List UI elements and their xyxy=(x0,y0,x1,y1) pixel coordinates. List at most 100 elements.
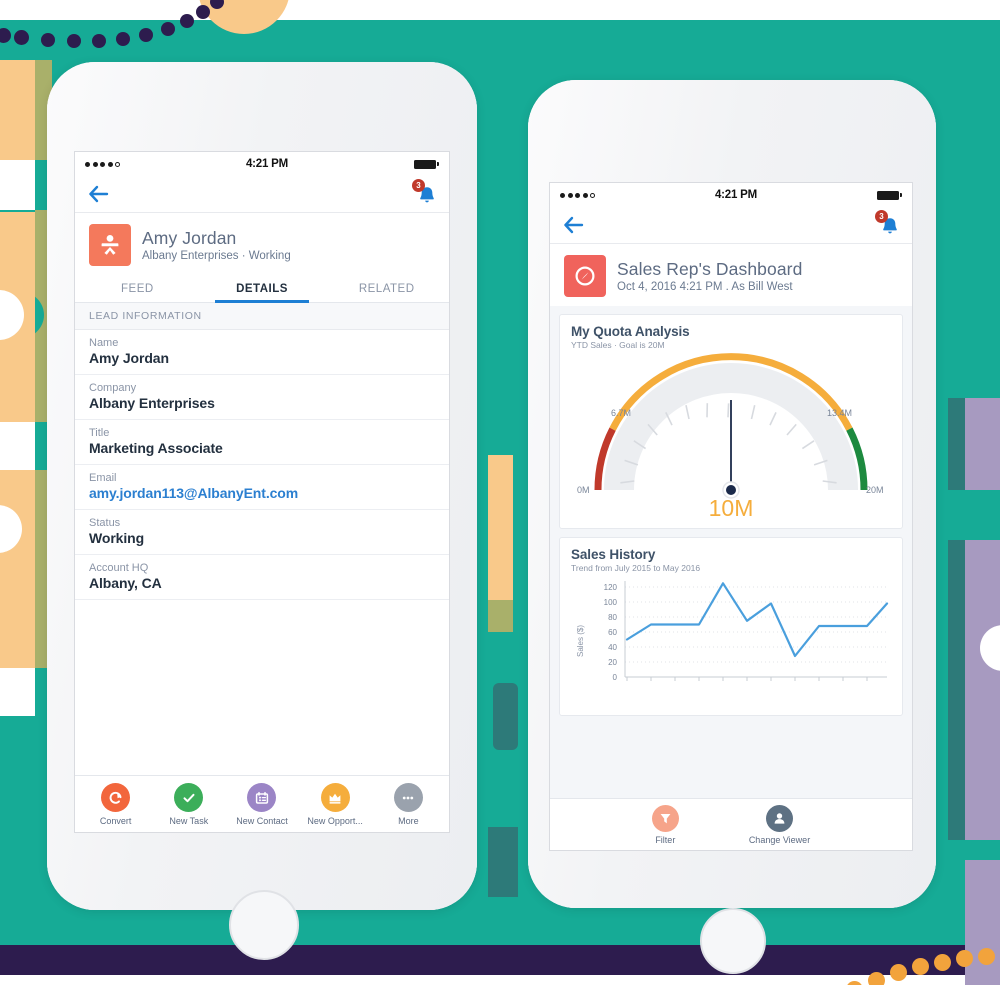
change-viewer-button[interactable]: Change Viewer xyxy=(749,805,810,845)
white-gap-left-1 xyxy=(0,160,35,210)
orange-block-left-4 xyxy=(0,470,35,670)
gauge-label-min: 0M xyxy=(577,485,590,495)
field-value: Working xyxy=(89,530,145,546)
tab-bar-left: FEED DETAILS RELATED xyxy=(75,275,449,303)
ytick: 120 xyxy=(604,583,618,592)
x-axis-ticks xyxy=(626,677,868,681)
record-subtitle-left: Albany Enterprises · Working xyxy=(142,250,291,263)
action-more[interactable]: More xyxy=(373,783,443,826)
center-dark-block-1 xyxy=(493,683,518,750)
phone-left: 4:21 PM 3 Amy Jordan Albany Enterprises … xyxy=(47,62,477,960)
status-time-right: 4:21 PM xyxy=(714,189,758,201)
white-gap-left-2 xyxy=(0,422,35,472)
section-header-lead-information: LEAD INFORMATION xyxy=(75,303,449,330)
record-header-right: Sales Rep's Dashboard Oct 4, 2016 4:21 P… xyxy=(550,244,912,306)
action-label: Convert xyxy=(99,816,132,826)
field-status[interactable]: Status Working xyxy=(75,510,449,555)
field-name[interactable]: Name Amy Jordan xyxy=(75,330,449,375)
center-olive-block-2 xyxy=(488,600,513,632)
field-label: Title xyxy=(89,427,110,439)
ellipsis-icon xyxy=(393,783,423,812)
field-label: Email xyxy=(89,472,117,484)
person-icon xyxy=(766,805,793,832)
action-bar-left: Convert New Task New Contact New Opport.… xyxy=(75,775,449,832)
y-axis-ticks: 120 100 80 60 40 20 0 xyxy=(604,583,618,682)
signal-dots-right xyxy=(560,192,595,198)
ytick: 20 xyxy=(608,658,617,667)
field-label: Company xyxy=(89,382,137,394)
status-bar-right: 4:21 PM xyxy=(550,183,912,207)
orange-block-left-1 xyxy=(0,60,35,160)
phone-left-screen: 4:21 PM 3 Amy Jordan Albany Enterprises … xyxy=(75,152,449,832)
crown-icon xyxy=(320,783,350,812)
action-new-opportunity[interactable]: New Opport... xyxy=(300,783,370,826)
bottom-purple-bar xyxy=(0,945,1000,975)
sales-history-chart: Sales ($) 120 100 80 60 40 20 0 xyxy=(576,581,889,682)
filter-label: Filter xyxy=(655,835,676,845)
field-title[interactable]: Title Marketing Associate xyxy=(75,420,449,465)
back-arrow-icon-left[interactable] xyxy=(87,184,111,204)
tab-details[interactable]: DETAILS xyxy=(200,275,325,303)
ytick: 100 xyxy=(604,598,618,607)
phone-right-screen: 4:21 PM 3 Sales Rep's Dashboard Oct 4, 2… xyxy=(550,183,912,850)
notification-bell-icon-left[interactable]: 3 xyxy=(412,179,437,206)
action-convert[interactable]: Convert xyxy=(81,783,151,826)
field-value: Amy Jordan xyxy=(89,350,169,366)
tab-related[interactable]: RELATED xyxy=(324,275,449,302)
gauge-value-label: 10M xyxy=(709,495,754,518)
card-quota-analysis[interactable]: My Quota Analysis YTD Sales · Goal is 20… xyxy=(559,314,903,529)
record-name-left: Amy Jordan xyxy=(142,227,237,248)
back-arrow-icon-right[interactable] xyxy=(562,215,586,235)
gauge-hub xyxy=(726,485,736,495)
tab-feed[interactable]: FEED xyxy=(75,275,200,302)
purple-block-right-3 xyxy=(965,860,1000,985)
action-label: New Task xyxy=(169,816,209,826)
darkteal-overlay-right-1 xyxy=(948,398,965,490)
action-label: More xyxy=(398,816,419,826)
dashboard-title: Sales Rep's Dashboard xyxy=(617,258,803,279)
battery-icon-right xyxy=(877,190,902,200)
chart-subtitle-line: Trend from July 2015 to May 2016 xyxy=(571,563,701,573)
action-new-contact[interactable]: New Contact xyxy=(227,783,297,826)
action-label: New Contact xyxy=(236,816,288,826)
convert-arrow-icon xyxy=(101,783,131,812)
nav-bar-left: 3 xyxy=(75,176,449,213)
field-value: Albany, CA xyxy=(89,575,162,591)
filter-button[interactable]: Filter xyxy=(651,805,679,845)
sales-line-series xyxy=(625,582,889,658)
ytick: 60 xyxy=(608,628,617,637)
ytick: 80 xyxy=(608,613,617,622)
gauge-chart: 0M 6.7M 13.4M 20M 10M xyxy=(577,353,884,518)
dashboard-bottom-bar: Filter Change Viewer xyxy=(550,798,912,850)
field-email[interactable]: Email amy.jordan113@AlbanyEnt.com xyxy=(75,465,449,510)
purple-block-right-1 xyxy=(965,398,1000,490)
dashboard-body: My Quota Analysis YTD Sales · Goal is 20… xyxy=(550,306,912,841)
notification-badge-left: 3 xyxy=(412,179,425,192)
phone-right: 4:21 PM 3 Sales Rep's Dashboard Oct 4, 2… xyxy=(528,80,936,974)
record-header-left: Amy Jordan Albany Enterprises · Working xyxy=(75,213,449,275)
action-label: New Opport... xyxy=(307,816,363,826)
screenshot-root: 4:21 PM 3 Amy Jordan Albany Enterprises … xyxy=(0,0,1000,985)
field-account-hq[interactable]: Account HQ Albany, CA xyxy=(75,555,449,600)
card-sales-history[interactable]: Sales History Trend from July 2015 to Ma… xyxy=(559,537,903,716)
phone-right-home-button[interactable] xyxy=(700,908,766,974)
phone-left-home-button[interactable] xyxy=(229,890,299,960)
field-company[interactable]: Company Albany Enterprises xyxy=(75,375,449,420)
dashboard-gauge-icon xyxy=(564,255,606,297)
status-bar-left: 4:21 PM xyxy=(75,152,449,176)
action-new-task[interactable]: New Task xyxy=(154,783,224,826)
ytick: 40 xyxy=(608,643,617,652)
chart-title-line: Sales History xyxy=(571,547,656,562)
contact-card-icon xyxy=(247,783,277,812)
lead-person-icon xyxy=(89,224,131,266)
notification-badge-right: 3 xyxy=(875,210,888,223)
field-value-link[interactable]: amy.jordan113@AlbanyEnt.com xyxy=(89,485,435,501)
field-label: Status xyxy=(89,517,121,529)
notification-bell-icon-right[interactable]: 3 xyxy=(875,210,900,237)
gauge-label-mid2: 13.4M xyxy=(827,408,852,418)
record-header-text-right: Sales Rep's Dashboard Oct 4, 2016 4:21 P… xyxy=(617,259,802,293)
darkteal-overlay-right-2 xyxy=(948,540,965,840)
field-value: Albany Enterprises xyxy=(89,395,215,411)
battery-icon-left xyxy=(414,159,439,169)
change-viewer-label: Change Viewer xyxy=(748,835,811,845)
